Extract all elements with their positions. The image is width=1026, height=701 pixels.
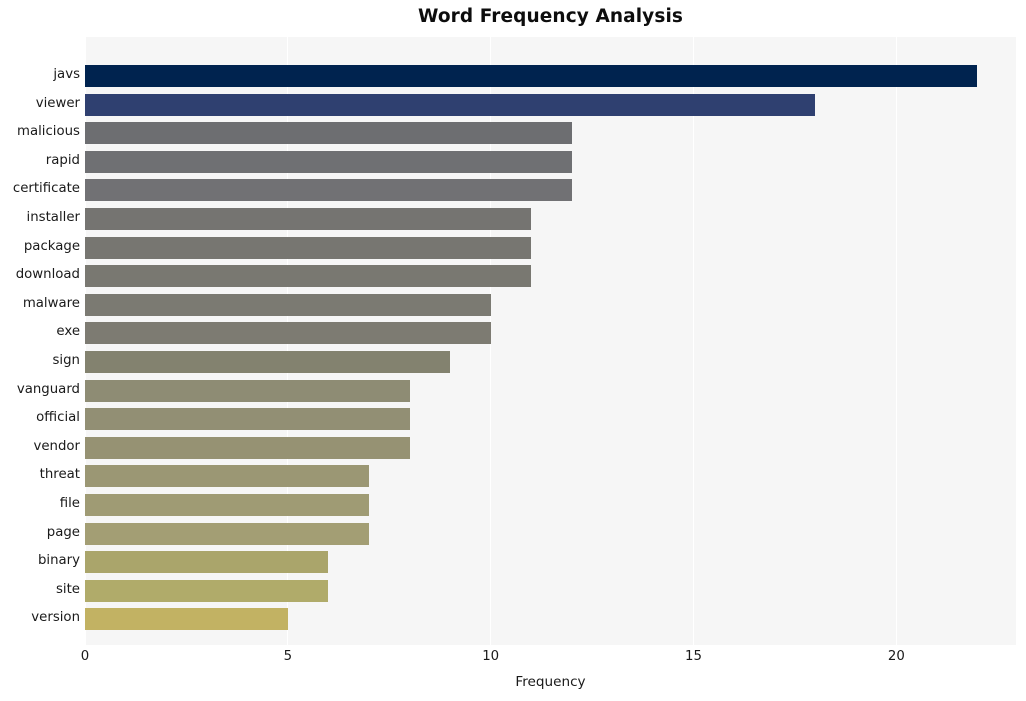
bar-row: [85, 322, 1016, 345]
bar-row: [85, 494, 1016, 516]
bar-row: [85, 351, 1016, 373]
bar-sign: [85, 351, 451, 373]
x-tick-label-20: 20: [887, 649, 905, 664]
x-tick-label-15: 15: [685, 649, 702, 664]
bar-row: [85, 150, 1016, 173]
bar-row: [85, 579, 1016, 602]
bar-row: [85, 208, 1016, 230]
bar-row: [85, 379, 1016, 402]
bar-exe: [85, 322, 491, 345]
bar-row: [85, 236, 1016, 259]
chart-figure: Word Frequency Analysis javs viewer malici…: [0, 0, 1026, 701]
bar-row: [85, 93, 1016, 116]
bar-file: [85, 494, 369, 516]
bar-row: [85, 408, 1016, 431]
y-tick-label-download: download: [15, 267, 80, 283]
y-tick-label-site: site: [55, 581, 80, 597]
bar-official: [85, 408, 410, 431]
y-tick-label-vanguard: vanguard: [16, 381, 80, 397]
bar-malicious: [85, 122, 572, 145]
bar-row: [85, 436, 1016, 459]
y-tick-label-viewer: viewer: [35, 95, 80, 111]
y-tick-label-malware: malware: [22, 295, 80, 311]
bar-certificate: [85, 179, 572, 202]
x-tick-label-10: 10: [482, 649, 500, 664]
bar-row: [85, 265, 1016, 288]
x-axis-tick-labels: 0 5 10 15 20: [0, 649, 1026, 671]
y-tick-label-exe: exe: [56, 324, 80, 340]
bar-binary: [85, 551, 329, 574]
y-tick-label-javs: javs: [53, 67, 80, 82]
y-tick-label-threat: threat: [39, 467, 80, 483]
bar-malware: [85, 293, 491, 316]
bar-row: [85, 465, 1016, 488]
chart-title: Word Frequency Analysis: [417, 6, 684, 27]
bar-row: [85, 551, 1016, 574]
bar-row: [85, 122, 1016, 145]
y-tick-label-vendor: vendor: [33, 438, 80, 454]
x-axis-label: Frequency: [515, 674, 586, 690]
bar-vanguard: [85, 379, 410, 402]
bar-viewer: [85, 93, 816, 116]
x-tick-label-5: 5: [283, 649, 293, 664]
bar-vendor: [85, 436, 410, 459]
bar-package: [85, 236, 532, 259]
bar-rapid: [85, 150, 572, 173]
y-tick-label-version: version: [31, 610, 80, 626]
y-tick-label-binary: binary: [37, 553, 80, 569]
y-tick-label-certificate: certificate: [12, 181, 80, 197]
bar-threat: [85, 465, 369, 488]
bar-row: [85, 179, 1016, 202]
bar-installer: [85, 208, 532, 230]
y-tick-label-file: file: [59, 496, 80, 511]
bar-site: [85, 579, 329, 602]
y-tick-label-installer: installer: [26, 210, 80, 225]
y-tick-label-package: package: [23, 238, 80, 254]
y-tick-label-rapid: rapid: [45, 152, 80, 168]
bar-row: [85, 293, 1016, 316]
y-tick-label-sign: sign: [52, 353, 81, 368]
bar-javs: [85, 65, 978, 87]
y-tick-label-page: page: [46, 524, 80, 540]
bar-row: [85, 65, 1016, 87]
y-tick-label-malicious: malicious: [17, 124, 80, 140]
bar-download: [85, 265, 532, 288]
plot-area: [85, 37, 1016, 645]
bar-version: [85, 608, 288, 631]
x-tick-label-0: 0: [80, 649, 90, 664]
bar-row: [85, 608, 1016, 631]
bar-row: [85, 522, 1016, 545]
y-axis-tick-labels: javs viewer malicious rapid certificate insta…: [0, 37, 80, 645]
y-tick-label-official: official: [36, 410, 80, 426]
bar-page: [85, 522, 369, 545]
bar-series: [85, 37, 1016, 645]
